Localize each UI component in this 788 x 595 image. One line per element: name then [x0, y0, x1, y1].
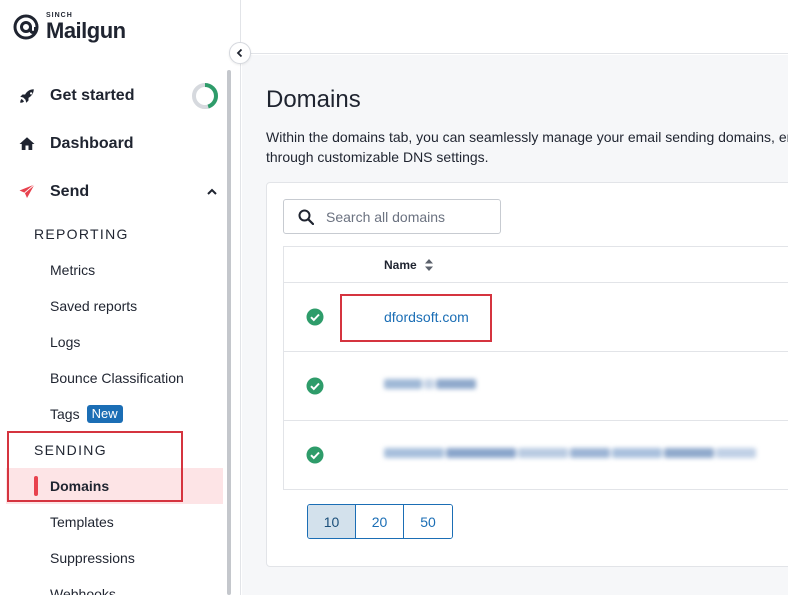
sidebar-item-webhooks[interactable]: Webhooks — [0, 576, 228, 595]
sidebar-item-label: Dashboard — [50, 135, 134, 152]
sidebar-item-send[interactable]: Send — [0, 168, 228, 216]
home-icon — [17, 134, 37, 154]
mailgun-logo[interactable]: SINCH Mailgun — [12, 12, 126, 42]
sidebar-item-saved-reports[interactable]: Saved reports — [0, 288, 228, 324]
sidebar-item-label: Send — [50, 183, 90, 200]
sidebar-item-dashboard[interactable]: Dashboard — [0, 120, 228, 168]
search-input[interactable] — [326, 208, 486, 225]
sidebar-item-label: Domains — [50, 478, 110, 494]
domains-card: Name dfordsoft.com — [266, 182, 788, 567]
sidebar: SINCH Mailgun Get started Dashboard Send… — [0, 0, 241, 595]
sidebar-item-label: Get started — [50, 87, 135, 104]
sidebar-nav: Get started Dashboard Send REPORTING Met… — [0, 72, 228, 595]
sidebar-item-logs[interactable]: Logs — [0, 324, 228, 360]
sidebar-item-tags[interactable]: Tags New — [0, 396, 228, 432]
verified-check-icon — [306, 308, 324, 326]
sidebar-item-label: Metrics — [50, 262, 96, 278]
rocket-icon — [17, 86, 37, 106]
verified-check-icon — [306, 446, 324, 464]
page-size-20-button[interactable]: 20 — [356, 505, 404, 538]
page-description-line: through customizable DNS settings. — [266, 149, 489, 165]
sort-icon[interactable] — [424, 258, 433, 271]
page-description: Within the domains tab, you can seamless… — [266, 127, 788, 167]
domain-link[interactable]: dfordsoft.com — [384, 309, 469, 325]
obscured-domain-name[interactable] — [384, 448, 756, 462]
domains-table: Name dfordsoft.com — [283, 246, 788, 490]
verified-check-icon — [306, 377, 324, 395]
section-label-reporting: REPORTING — [34, 226, 129, 242]
new-badge: New — [86, 405, 123, 423]
sidebar-item-label: Saved reports — [50, 298, 138, 314]
sidebar-item-domains[interactable]: Domains — [6, 468, 223, 504]
active-indicator — [34, 476, 38, 496]
search-icon — [298, 209, 314, 225]
sidebar-item-metrics[interactable]: Metrics — [0, 252, 228, 288]
logo-mailgun-text: Mailgun — [46, 18, 126, 43]
sidebar-item-label: Templates — [50, 514, 114, 530]
sidebar-item-label: Logs — [50, 334, 81, 350]
column-header-name[interactable]: Name — [384, 258, 433, 272]
table-row[interactable] — [284, 421, 788, 490]
page-size-50-button[interactable]: 50 — [404, 505, 452, 538]
page-description-line: Within the domains tab, you can seamless… — [266, 129, 788, 145]
main-content: Domains Within the domains tab, you can … — [242, 55, 788, 595]
collapse-sidebar-button[interactable] — [229, 42, 251, 64]
table-row[interactable]: dfordsoft.com — [284, 283, 788, 352]
table-row[interactable] — [284, 352, 788, 421]
column-header-label: Name — [384, 257, 417, 272]
sidebar-item-label: Tags — [50, 406, 80, 422]
chevron-left-icon — [236, 48, 243, 58]
top-bar — [242, 0, 788, 54]
mailgun-logo-icon — [12, 13, 40, 41]
sidebar-item-label: Suppressions — [50, 550, 135, 566]
search-box[interactable] — [283, 199, 501, 234]
sidebar-item-templates[interactable]: Templates — [0, 504, 228, 540]
chevron-up-icon[interactable] — [206, 185, 218, 203]
sidebar-item-label: Bounce Classification — [50, 370, 184, 386]
page-title: Domains — [266, 86, 361, 113]
sidebar-item-label: Webhooks — [50, 586, 116, 595]
get-started-progress-ring — [192, 83, 218, 109]
sidebar-item-bounce-classification[interactable]: Bounce Classification — [0, 360, 228, 396]
sidebar-item-get-started[interactable]: Get started — [0, 72, 228, 120]
sidebar-scrollbar[interactable] — [227, 70, 231, 595]
table-header: Name — [284, 247, 788, 283]
page-size-selector: 10 20 50 — [307, 504, 453, 539]
section-label-sending: SENDING — [34, 442, 107, 458]
page-size-10-button[interactable]: 10 — [308, 505, 356, 538]
obscured-domain-name[interactable] — [384, 379, 476, 393]
sidebar-item-suppressions[interactable]: Suppressions — [0, 540, 228, 576]
paper-plane-icon — [17, 182, 37, 202]
